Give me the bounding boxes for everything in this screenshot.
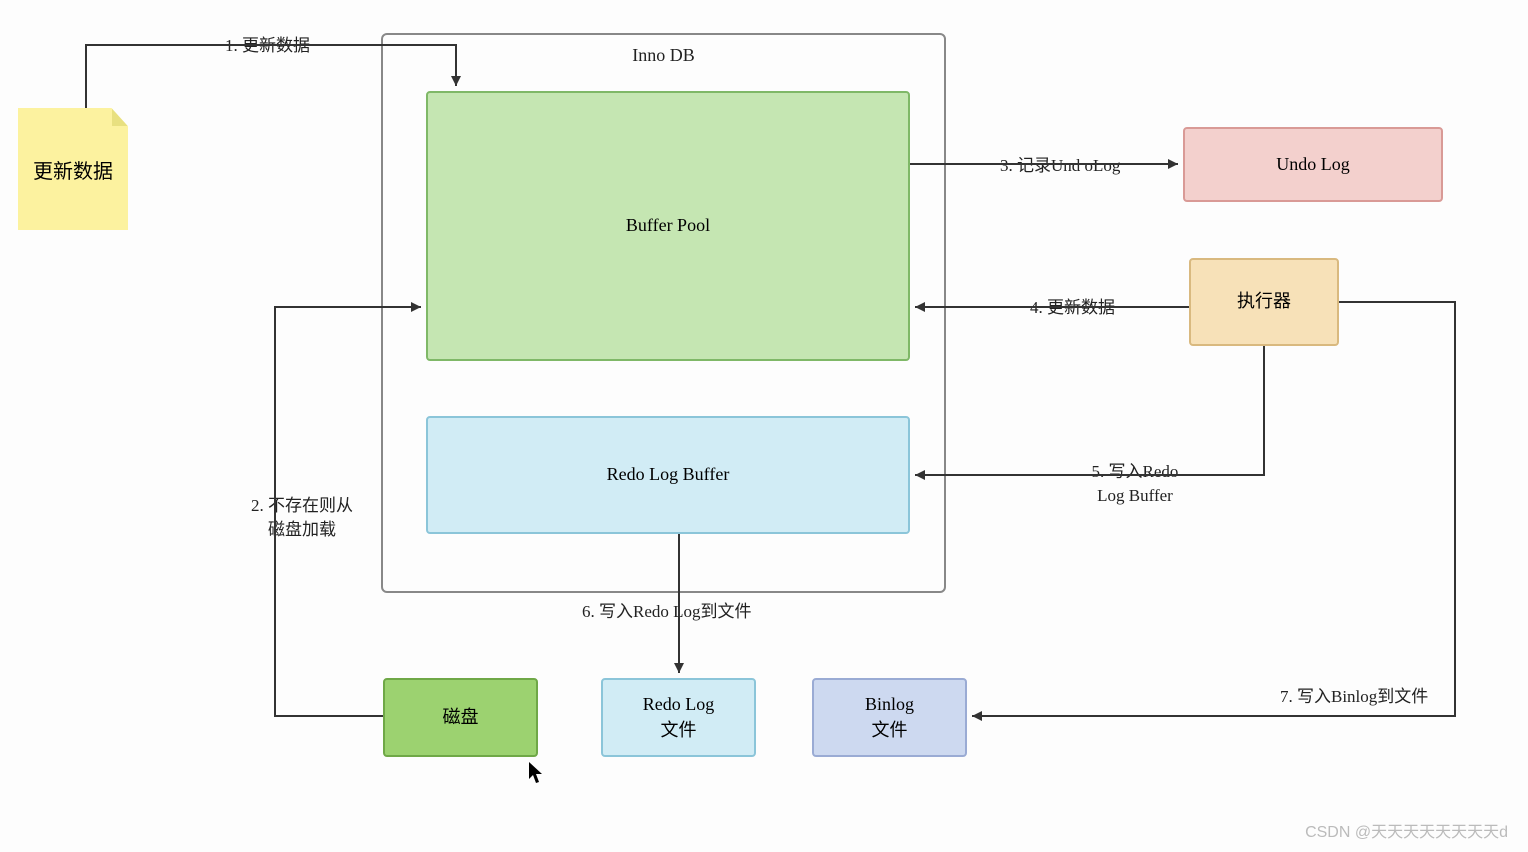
watermark: CSDN @天天天天天天天天d	[1305, 818, 1508, 842]
binlog-file-line2: 文件	[871, 720, 907, 740]
undo-log-box: Undo Log	[1183, 127, 1443, 202]
edge1-label: 1. 更新数据	[225, 34, 310, 58]
edge2-line2: 磁盘加载	[268, 520, 336, 539]
disk-box: 磁盘	[383, 678, 538, 757]
edge4-label: 4. 更新数据	[1030, 296, 1115, 320]
executor-label: 执行器	[1237, 289, 1291, 314]
redolog-file-line2: 文件	[661, 720, 697, 740]
binlog-file-line1: Binlog	[865, 694, 914, 714]
edge5-label: 5. 写入Redo Log Buffer	[1075, 460, 1195, 508]
edge6-label: 6. 写入Redo Log到文件	[582, 600, 752, 624]
redo-log-buffer-label: Redo Log Buffer	[607, 462, 730, 487]
binlog-file-label: Binlog 文件	[865, 692, 914, 742]
edge2-label: 2. 不存在则从 磁盘加载	[237, 494, 367, 542]
buffer-pool-box: Buffer Pool	[426, 91, 910, 361]
redolog-file-line1: Redo Log	[643, 694, 715, 714]
redolog-file-box: Redo Log 文件	[601, 678, 756, 757]
note-update-data: 更新数据	[18, 108, 128, 230]
cursor-icon	[528, 761, 546, 785]
buffer-pool-label: Buffer Pool	[626, 213, 710, 238]
redo-log-buffer-box: Redo Log Buffer	[426, 416, 910, 534]
disk-label: 磁盘	[443, 705, 479, 730]
edge7-label: 7. 写入Binlog到文件	[1280, 685, 1428, 709]
innodb-label: Inno DB	[632, 45, 695, 66]
note-label: 更新数据	[33, 155, 113, 184]
undo-log-label: Undo Log	[1276, 152, 1350, 177]
executor-box: 执行器	[1189, 258, 1339, 346]
redolog-file-label: Redo Log 文件	[643, 692, 715, 742]
edge3-label: 3. 记录Und oLog	[1000, 154, 1120, 178]
edge5-line2: Log Buffer	[1097, 486, 1173, 505]
edge2-line1: 2. 不存在则从	[251, 496, 353, 515]
edge5-line1: 5. 写入Redo	[1092, 462, 1179, 481]
binlog-file-box: Binlog 文件	[812, 678, 967, 757]
